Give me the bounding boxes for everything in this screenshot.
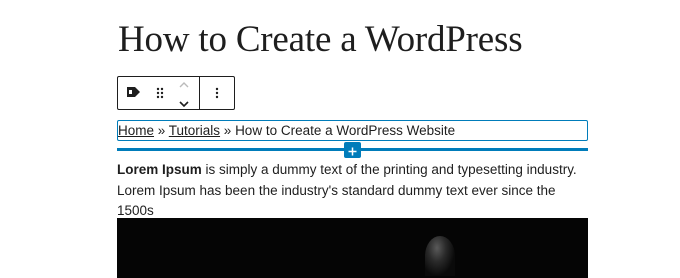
plus-icon	[348, 141, 357, 160]
chevron-down-icon	[179, 101, 189, 108]
breadcrumb[interactable]: Home » Tutorials » How to Create a WordP…	[117, 120, 588, 141]
paragraph-block[interactable]: Lorem Ipsum is simply a dummy text of th…	[117, 160, 588, 222]
breadcrumbs-tag-icon	[126, 84, 142, 103]
image-block[interactable]	[117, 218, 588, 278]
drag-handle[interactable]	[150, 77, 170, 109]
image-subject	[425, 236, 455, 276]
breadcrumb-current: How to Create a WordPress Website	[235, 123, 456, 138]
paragraph-bold-text: Lorem Ipsum	[117, 162, 202, 177]
breadcrumb-separator: »	[154, 123, 169, 138]
move-up-button[interactable]	[178, 74, 190, 93]
block-type-button[interactable]	[118, 77, 150, 109]
move-down-button[interactable]	[178, 93, 190, 112]
block-mover	[170, 77, 200, 109]
breadcrumb-home-link[interactable]: Home	[118, 123, 154, 138]
breadcrumb-separator: »	[220, 123, 236, 138]
block-toolbar	[117, 76, 235, 110]
block-options-button[interactable]	[200, 77, 234, 109]
chevron-up-icon	[179, 82, 189, 88]
breadcrumb-tutorials-link[interactable]: Tutorials	[169, 123, 220, 138]
drag-handle-icon	[156, 84, 164, 103]
add-block-button[interactable]	[344, 142, 361, 158]
more-vertical-icon	[215, 84, 219, 103]
